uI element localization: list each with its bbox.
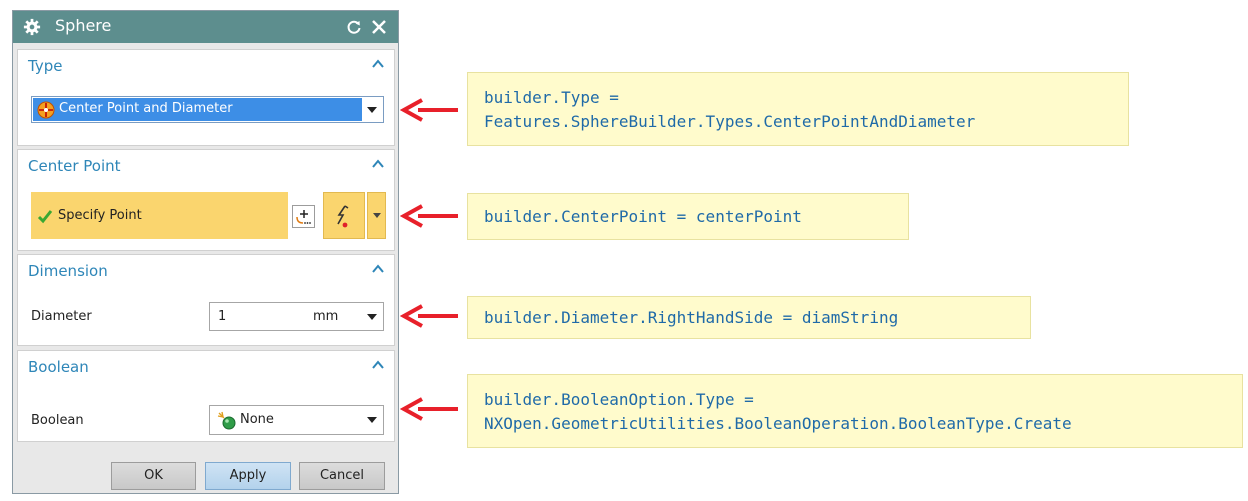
collapse-icon[interactable] <box>372 59 384 69</box>
diameter-label: Diameter <box>31 309 92 324</box>
diameter-value: 1 <box>218 309 227 324</box>
boolean-none-icon <box>217 411 236 430</box>
type-code-note: builder.Type = Features.SphereBuilder.Typ… <box>467 72 1129 146</box>
apply-button[interactable]: Apply <box>205 462 291 490</box>
chevron-down-icon <box>373 213 381 218</box>
collapse-icon[interactable] <box>372 360 384 370</box>
collapse-icon[interactable] <box>372 159 384 169</box>
type-dropdown[interactable]: Center Point and Diameter <box>31 96 384 123</box>
collapse-icon[interactable] <box>372 264 384 274</box>
cancel-button[interactable]: Cancel <box>299 462 385 490</box>
arrow-icon <box>400 304 458 328</box>
specify-point-row[interactable]: Specify Point <box>31 192 288 239</box>
boolean-section-title: Boolean <box>28 358 89 376</box>
unit-label[interactable]: mm <box>313 309 338 324</box>
dialog-titlebar: Sphere <box>13 11 398 43</box>
inferred-point-button[interactable] <box>323 192 365 239</box>
center-point-section-title: Center Point <box>28 157 121 175</box>
boolean-code-line2: NXOpen.GeometricUtilities.BooleanOperati… <box>484 414 1072 433</box>
boolean-value: None <box>240 412 274 427</box>
type-dropdown-value: Center Point and Diameter <box>59 101 233 116</box>
point-options-dropdown[interactable] <box>367 192 386 239</box>
arrow-icon <box>400 98 458 122</box>
point-dialog-icon <box>296 210 311 224</box>
gear-icon <box>23 18 41 36</box>
type-section-title: Type <box>28 57 63 75</box>
type-section: Type Center Point and Diameter <box>17 49 395 146</box>
chevron-down-icon <box>367 106 377 113</box>
ok-button[interactable]: OK <box>111 462 196 490</box>
boolean-code-note: builder.BooleanOption.Type = NXOpen.Geome… <box>467 374 1243 448</box>
close-icon[interactable] <box>370 18 388 36</box>
arrow-icon <box>400 397 458 421</box>
diameter-code-note: builder.Diameter.RightHandSide = diamStr… <box>467 296 1031 339</box>
type-code-line1: builder.Type = <box>484 88 619 107</box>
specify-point-label: Specify Point <box>58 208 142 223</box>
diameter-code-line: builder.Diameter.RightHandSide = diamStr… <box>484 308 899 327</box>
arrow-icon <box>400 204 458 228</box>
dimension-section: Dimension Diameter 1 mm <box>17 254 395 346</box>
type-code-line2: Features.SphereBuilder.Types.CenterPoint… <box>484 112 976 131</box>
dialog-title: Sphere <box>55 16 112 35</box>
reset-icon[interactable] <box>346 19 362 35</box>
dimension-section-title: Dimension <box>28 262 108 280</box>
center-point-diameter-icon <box>37 101 55 119</box>
center-point-code-note: builder.CenterPoint = centerPoint <box>467 193 909 240</box>
diameter-input[interactable]: 1 mm <box>209 302 384 331</box>
point-dialog-button[interactable] <box>292 205 315 228</box>
center-point-section: Center Point Specify Point <box>17 149 395 251</box>
boolean-section: Boolean Boolean None <box>17 350 395 442</box>
boolean-dropdown[interactable]: None <box>209 405 384 435</box>
checkmark-icon <box>37 210 53 224</box>
center-point-code-line: builder.CenterPoint = centerPoint <box>484 207 802 226</box>
chevron-down-icon <box>367 417 377 423</box>
boolean-label: Boolean <box>31 413 84 428</box>
boolean-code-line1: builder.BooleanOption.Type = <box>484 390 754 409</box>
sphere-dialog: Sphere Type Center Point and Diameter Ce… <box>12 10 399 494</box>
inferred-point-icon <box>337 205 349 228</box>
chevron-down-icon <box>367 313 377 320</box>
